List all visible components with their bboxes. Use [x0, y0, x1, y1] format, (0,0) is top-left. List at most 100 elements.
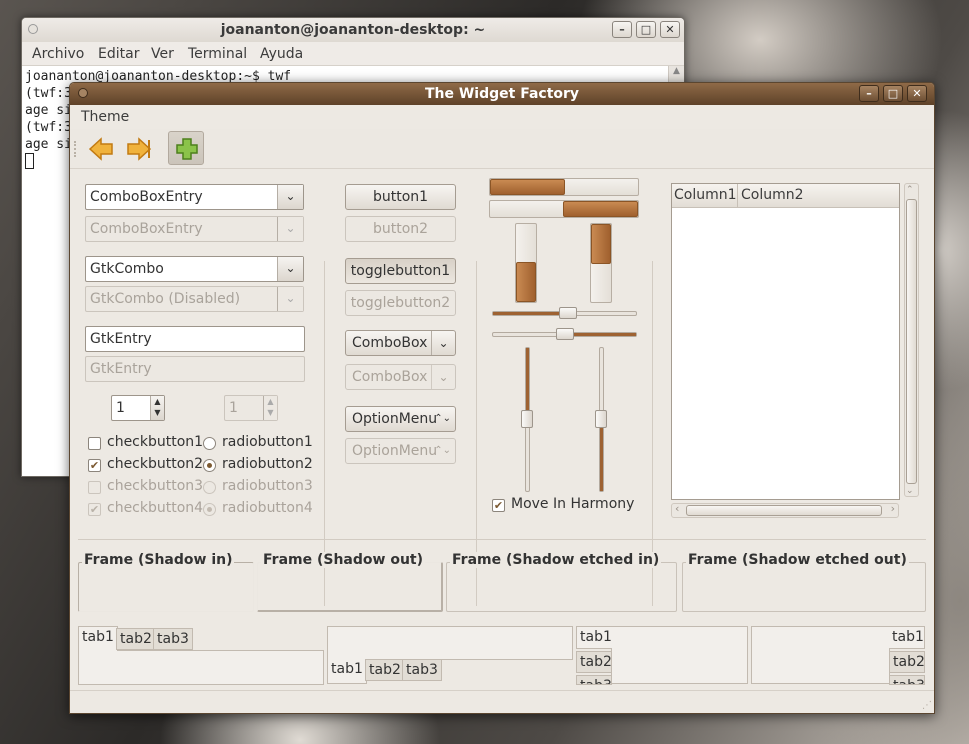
- scroll-down-icon[interactable]: ⌄: [906, 486, 914, 496]
- progressbar-horizontal-2: [489, 200, 639, 218]
- scroll-left-icon[interactable]: ‹: [675, 502, 679, 515]
- spinbutton-disabled: 1 ▲ ▼: [224, 395, 278, 421]
- tab-right-1[interactable]: tab1: [889, 626, 925, 649]
- treeview[interactable]: Column1 Column2: [671, 183, 900, 500]
- hscale-1[interactable]: [492, 307, 637, 319]
- hscale-2[interactable]: [492, 328, 637, 340]
- togglebutton1[interactable]: togglebutton1: [345, 258, 456, 284]
- optionmenu[interactable]: OptionMenu ⌃⌄: [345, 406, 456, 432]
- scroll-right-icon[interactable]: ›: [891, 502, 895, 515]
- minimize-button[interactable]: –: [612, 21, 632, 38]
- tab-top-1[interactable]: tab1: [78, 626, 118, 651]
- frame-shadow-etched-in-title: Frame (Shadow etched in): [450, 552, 662, 568]
- radiobutton2-label[interactable]: radiobutton2: [222, 456, 313, 472]
- checkbutton2-box[interactable]: ✔: [88, 459, 101, 472]
- horizontal-scrollbar[interactable]: ‹ ›: [671, 502, 899, 518]
- factory-titlebar[interactable]: The Widget Factory – □ ✕: [70, 83, 934, 105]
- togglebutton2-disabled: togglebutton2: [345, 290, 456, 316]
- scrollbar-thumb[interactable]: [906, 199, 917, 484]
- close-button[interactable]: ✕: [660, 21, 680, 38]
- checkbutton2-label[interactable]: checkbutton2: [107, 456, 203, 472]
- chevron-down-icon[interactable]: ⌄: [277, 185, 303, 209]
- maximize-button[interactable]: □: [636, 21, 656, 38]
- toolbar-grip[interactable]: [74, 141, 78, 157]
- widget-factory-window: The Widget Factory – □ ✕ Theme ComboBoxE…: [69, 82, 935, 714]
- tab-left-3[interactable]: tab3: [576, 675, 612, 685]
- menu-ver[interactable]: Ver: [151, 46, 174, 62]
- move-in-harmony-label[interactable]: Move In Harmony: [511, 496, 634, 512]
- gtkentry[interactable]: GtkEntry: [85, 326, 305, 352]
- tab-bottom-3[interactable]: tab3: [402, 659, 442, 681]
- gtkcombo[interactable]: GtkCombo ⌄: [85, 256, 304, 282]
- minimize-button[interactable]: –: [859, 85, 879, 102]
- move-in-harmony-checkbox[interactable]: ✔: [492, 499, 505, 512]
- scrollbar-thumb[interactable]: [686, 505, 882, 516]
- slider-handle[interactable]: [595, 410, 607, 428]
- combobox[interactable]: ComboBox ⌄: [345, 330, 456, 356]
- factory-menubar: Theme: [70, 105, 934, 129]
- scroll-up-icon[interactable]: ▲: [669, 66, 684, 76]
- optionmenu-text: OptionMenu: [352, 411, 438, 427]
- column1-header[interactable]: Column1: [672, 184, 738, 208]
- gtkcombo-text: GtkCombo: [90, 261, 164, 277]
- tab-left-2[interactable]: tab2: [576, 651, 612, 673]
- slider-handle[interactable]: [559, 307, 577, 319]
- close-button[interactable]: ✕: [907, 85, 927, 102]
- add-toggle-button[interactable]: [168, 131, 204, 165]
- menu-archivo[interactable]: Archivo: [32, 46, 84, 62]
- tab-bottom-2[interactable]: tab2: [365, 659, 405, 681]
- tab-top-3[interactable]: tab3: [153, 628, 193, 650]
- forward-arrow-icon[interactable]: [124, 137, 152, 161]
- tab-left-1[interactable]: tab1: [576, 626, 612, 649]
- radiobutton3-label: radiobutton3: [222, 478, 313, 494]
- menu-terminal[interactable]: Terminal: [188, 46, 247, 62]
- vscale-2[interactable]: [595, 347, 607, 492]
- comboboxentry-disabled: ComboBoxEntry ⌄: [85, 216, 304, 242]
- notebook-right-pane: [751, 626, 890, 684]
- menu-ayuda[interactable]: Ayuda: [260, 46, 303, 62]
- radiobutton1-label[interactable]: radiobutton1: [222, 434, 313, 450]
- menu-editar[interactable]: Editar: [98, 46, 139, 62]
- gtkentry-text: GtkEntry: [90, 331, 152, 347]
- spinbutton[interactable]: 1 ▲ ▼: [111, 395, 165, 421]
- frame-shadow-etched-out: [682, 562, 926, 612]
- slider-handle[interactable]: [556, 328, 574, 340]
- frame-shadow-etched-in: [446, 562, 677, 612]
- toolbar: [70, 129, 934, 169]
- tab-bottom-1[interactable]: tab1: [327, 659, 367, 684]
- spin-arrows-icon[interactable]: ▲ ▼: [150, 396, 164, 420]
- chevron-down-icon: ⌄: [431, 365, 455, 389]
- back-arrow-icon[interactable]: [88, 137, 116, 161]
- frame-shadow-in-title: Frame (Shadow in): [82, 552, 235, 568]
- tab-right-3[interactable]: tab3: [889, 675, 925, 685]
- menu-theme[interactable]: Theme: [81, 109, 129, 125]
- vscale-1[interactable]: [521, 347, 533, 492]
- checkbutton1-box[interactable]: [88, 437, 101, 450]
- maximize-button[interactable]: □: [883, 85, 903, 102]
- chevron-down-icon[interactable]: ⌄: [277, 257, 303, 281]
- vertical-scrollbar[interactable]: ⌃ ⌄: [904, 183, 919, 497]
- resize-grip-icon[interactable]: ⋰: [922, 700, 932, 711]
- frame-shadow-etched-out-title: Frame (Shadow etched out): [686, 552, 909, 568]
- notebook-bottom-pane: [327, 626, 573, 660]
- terminal-titlebar[interactable]: joananton@joananton-desktop: ~ – □ ✕: [22, 18, 684, 42]
- spinbutton-value: 1: [116, 400, 125, 416]
- column2-header[interactable]: Column2: [738, 184, 899, 208]
- radiobutton1-circle[interactable]: [203, 437, 216, 450]
- tab-top-2[interactable]: tab2: [116, 628, 156, 650]
- notebook-left-pane: [611, 626, 748, 684]
- slider-handle[interactable]: [521, 410, 533, 428]
- combobox-disabled-text: ComboBox: [352, 369, 428, 385]
- button1[interactable]: button1: [345, 184, 456, 210]
- spinbutton-disabled-value: 1: [229, 400, 238, 416]
- window-menu-icon[interactable]: [78, 88, 88, 98]
- tab-right-2[interactable]: tab2: [889, 651, 925, 673]
- scroll-up-icon[interactable]: ⌃: [906, 185, 914, 195]
- gtkentry-disabled-text: GtkEntry: [90, 361, 152, 377]
- comboboxentry[interactable]: ComboBoxEntry ⌄: [85, 184, 304, 210]
- window-menu-icon[interactable]: [28, 24, 38, 34]
- radiobutton2-circle[interactable]: [203, 459, 216, 472]
- up-down-arrows-icon: ⌃⌄: [434, 445, 451, 456]
- up-down-arrows-icon: ⌃⌄: [434, 413, 451, 424]
- checkbutton1-label[interactable]: checkbutton1: [107, 434, 203, 450]
